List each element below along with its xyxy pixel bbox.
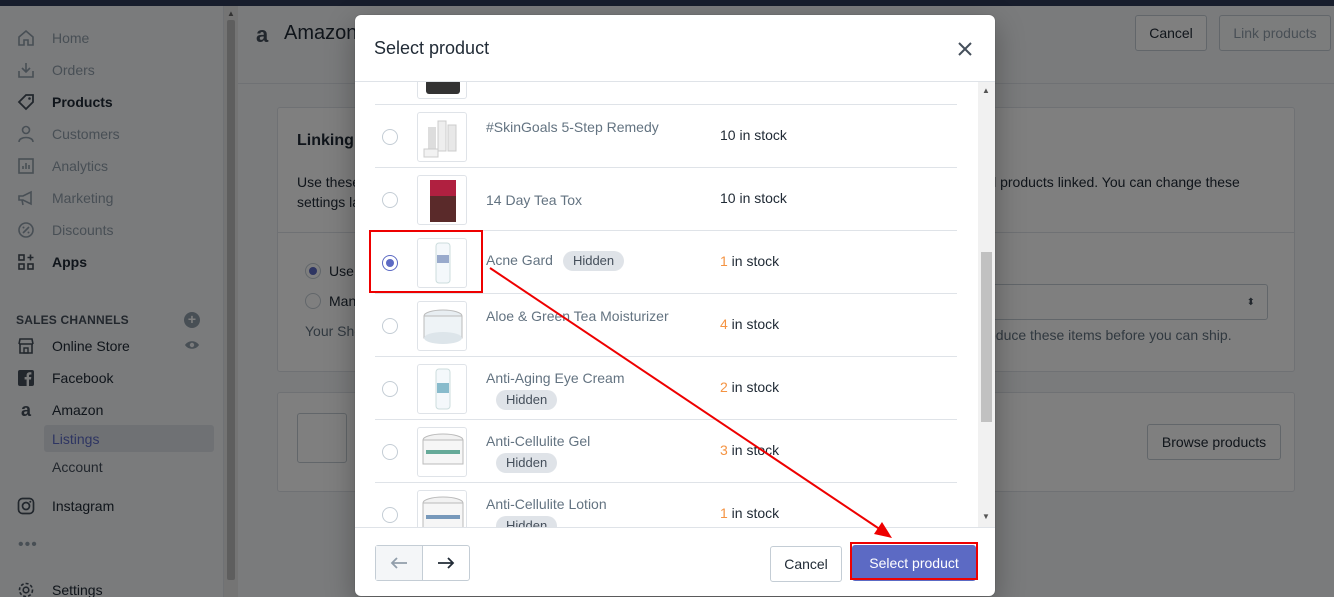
scroll-up-arrow-icon[interactable]: ▲ [982,86,990,95]
product-name-text: Acne Gard [486,252,553,268]
product-row[interactable] [375,82,957,105]
stock-status: 10 in stock [720,127,787,143]
stock-suffix: in stock [727,379,780,395]
product-name: #SkinGoals 5-Step Remedy [486,117,696,137]
product-name: 14 Day Tea Tox [486,190,696,210]
stock-status: 10 in stock [720,190,787,206]
product-thumbnail [417,175,467,225]
stock-suffix: in stock [727,253,780,269]
product-name: Acne Gard Hidden [486,250,696,271]
product-thumbnail [417,112,467,162]
product-name-text: Anti-Cellulite Gel [486,433,591,449]
pagination [375,545,470,581]
modal-footer: Cancel Select product [355,527,995,596]
stock-quantity: 10 [720,190,736,206]
scroll-down-arrow-icon[interactable]: ▼ [982,512,990,521]
stock-suffix: in stock [735,127,787,143]
modal-cancel-button[interactable]: Cancel [770,546,842,582]
product-name-text: #SkinGoals 5-Step Remedy [486,119,659,135]
stock-status: 1 in stock [720,505,779,521]
product-row[interactable]: #SkinGoals 5-Step Remedy 10 in stock [375,105,957,168]
hidden-badge: Hidden [562,251,625,271]
product-radio[interactable] [382,192,398,208]
stock-status: 3 in stock [720,442,779,458]
hidden-badge: Hidden [496,390,558,410]
product-thumbnail [417,82,467,99]
select-product-modal: Select product #SkinGoals 5-Step Remedy 1… [355,15,995,596]
close-icon[interactable] [955,39,975,59]
product-list: #SkinGoals 5-Step Remedy 10 in stock 14 Da… [355,82,995,527]
product-name-text: Anti-Aging Eye Cream [486,370,625,386]
product-radio[interactable] [382,129,398,145]
select-product-button[interactable]: Select product [852,545,976,581]
stock-suffix: in stock [727,442,780,458]
product-name: Anti-Cellulite Gel Hidden [486,431,696,473]
hidden-badge: Hidden [496,516,558,527]
modal-title: Select product [374,38,490,58]
arrow-right-icon [437,557,455,569]
modal-header: Select product [355,15,995,82]
product-name: Anti-Cellulite Lotion Hidden [486,494,696,527]
stock-quantity: 10 [720,127,736,143]
stock-status: 1 in stock [720,253,779,269]
product-row[interactable]: Anti-Cellulite Lotion Hidden 1 in stock [375,483,957,527]
hidden-badge: Hidden [496,453,558,473]
product-radio[interactable] [382,444,398,460]
product-name: Anti-Aging Eye Cream Hidden [486,368,696,410]
stock-suffix: in stock [727,505,780,521]
stock-quantity: 3 [720,442,728,458]
product-row[interactable]: Acne Gard Hidden 1 in stock [375,231,957,294]
product-name-text: Aloe & Green Tea Moisturizer [486,308,669,324]
product-thumbnail [417,301,467,351]
modal-scrollbar[interactable]: ▲ ▼ [978,82,995,527]
product-row[interactable]: Anti-Aging Eye Cream Hidden 2 in stock [375,357,957,420]
product-name-text: Anti-Cellulite Lotion [486,496,607,512]
stock-status: 2 in stock [720,379,779,395]
product-thumbnail [417,490,467,527]
product-rows: #SkinGoals 5-Step Remedy 10 in stock 14 Da… [375,82,957,527]
product-radio[interactable] [382,381,398,397]
stock-quantity: 1 [720,505,728,521]
stock-quantity: 1 [720,253,728,269]
product-row[interactable]: 14 Day Tea Tox 10 in stock [375,168,957,231]
product-thumbnail [417,364,467,414]
product-thumbnail [417,427,467,477]
product-name: Aloe & Green Tea Moisturizer [486,306,696,326]
stock-suffix: in stock [735,190,787,206]
product-row[interactable]: Anti-Cellulite Gel Hidden 3 in stock [375,420,957,483]
stock-suffix: in stock [727,316,780,332]
next-page-button[interactable] [423,546,470,580]
scrollbar-thumb[interactable] [981,252,992,422]
previous-page-button[interactable] [376,546,423,580]
product-thumbnail [417,238,467,288]
product-name-text: 14 Day Tea Tox [486,192,582,208]
stock-quantity: 2 [720,379,728,395]
product-row[interactable]: Aloe & Green Tea Moisturizer 4 in stock [375,294,957,357]
product-radio[interactable] [382,318,398,334]
stock-quantity: 4 [720,316,728,332]
product-radio[interactable] [382,507,398,523]
product-radio[interactable] [382,255,398,271]
stock-status: 4 in stock [720,316,779,332]
arrow-left-icon [390,557,407,569]
